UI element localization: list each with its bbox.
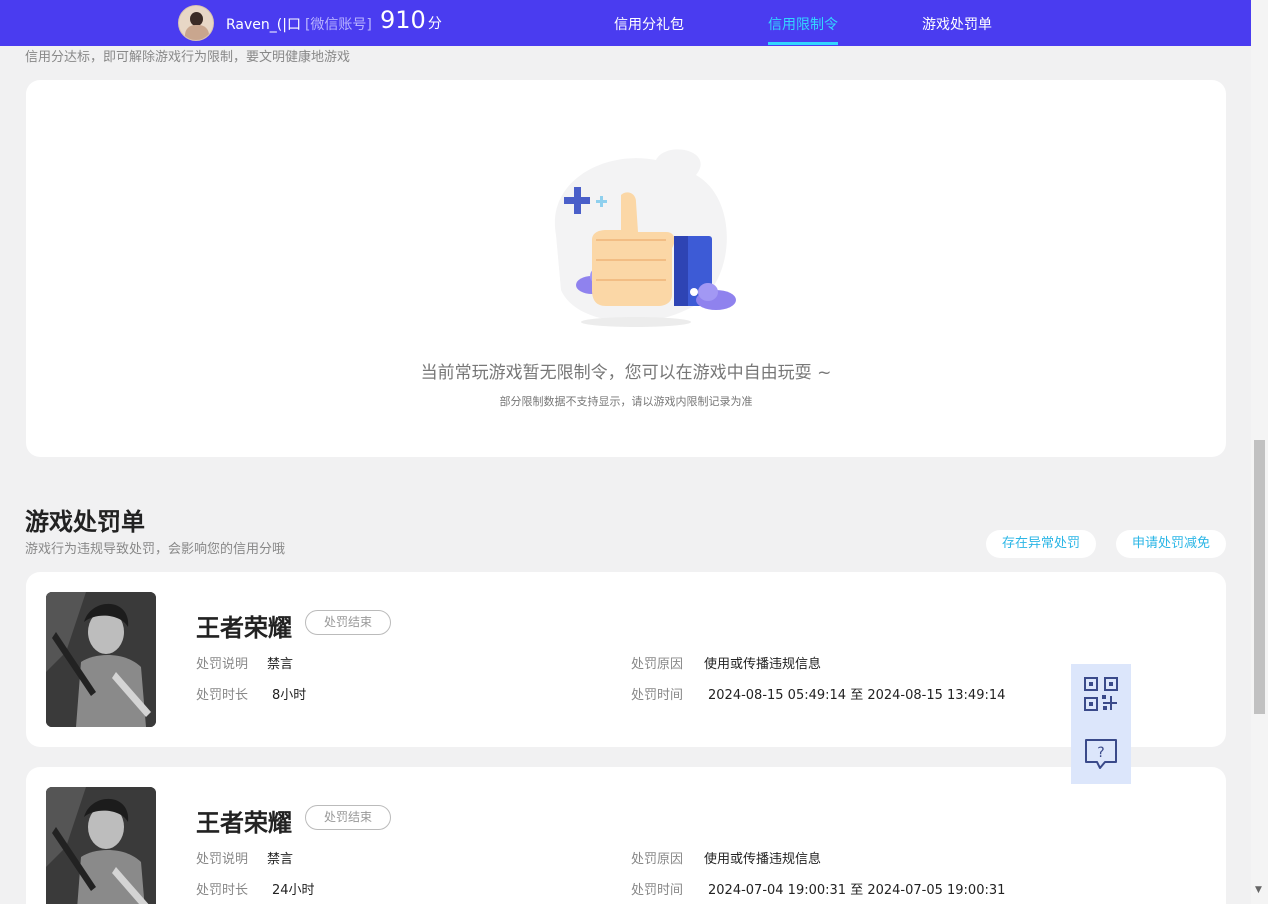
time-label: 处罚时间 [631,688,684,703]
qr-code-button[interactable] [1071,664,1131,724]
credit-score: 910 分 [380,6,442,34]
reason-value: 使用或传播违规信息 [704,852,822,867]
time-value: 2024-07-04 19:00:31 至 2024-07-05 19:00:3… [708,883,1006,898]
reason-value: 使用或传播违规信息 [704,657,822,672]
game-name: 王者荣耀 [196,614,292,642]
help-feedback-button[interactable]: ? [1071,724,1131,784]
help-chat-icon: ? [1085,739,1117,769]
duration-value: 8小时 [272,688,307,703]
account-tag: [微信账号] [304,17,372,33]
scroll-down-arrow-icon[interactable]: ▼ [1255,886,1263,895]
score-unit: 分 [427,16,442,32]
status-badge: 处罚结束 [305,805,391,830]
status-badge: 处罚结束 [305,610,391,635]
abnormal-penalty-button[interactable]: 存在异常处罚 [986,530,1096,558]
avatar[interactable] [178,5,214,41]
desc-label: 处罚说明 [196,852,249,867]
penalty-record-card: 王者荣耀 处罚结束 处罚说明 禁言 处罚时长 24小时 处罚原因 使用或传播违规… [26,767,1226,904]
duration-label: 处罚时长 [196,688,249,703]
time-label: 处罚时间 [631,883,684,898]
desc-label: 处罚说明 [196,657,249,672]
penalty-reduction-button[interactable]: 申请处罚减免 [1116,530,1226,558]
username: Raven_(|口 [226,17,301,33]
user-name-row: Raven_(|口 [微信账号] [226,14,372,34]
desc-value: 禁言 [267,852,294,867]
active-nav-underline [768,42,838,45]
top-bar: Raven_(|口 [微信账号] 910 分 信用分礼包 信用限制令 游戏处罚单 [0,0,1251,46]
empty-state-title: 当前常玩游戏暂无限制令，您可以在游戏中自由玩耍 ~ [420,363,832,383]
empty-state-note: 部分限制数据不支持显示，请以游戏内限制记录为准 [499,395,753,408]
nav-game-penalty[interactable]: 游戏处罚单 [922,14,992,34]
game-character-image [46,592,156,727]
restriction-subtitle: 信用分达标，即可解除游戏行为限制，要文明健康地游戏 [25,50,351,65]
time-value: 2024-08-15 05:49:14 至 2024-08-15 13:49:1… [708,688,1006,703]
desc-value: 禁言 [267,657,294,672]
penalty-record-card: 王者荣耀 处罚结束 处罚说明 禁言 处罚时长 8小时 处罚原因 使用或传播违规信… [26,572,1226,747]
game-name: 王者荣耀 [196,809,292,837]
restriction-empty-card: 当前常玩游戏暂无限制令，您可以在游戏中自由玩耍 ~ 部分限制数据不支持显示，请以… [26,80,1226,457]
page-scrollbar-thumb[interactable] [1254,440,1265,714]
reason-label: 处罚原因 [631,657,684,672]
thumbs-up-illustration [554,149,736,327]
svg-text:?: ? [1097,745,1104,761]
nav-credit-gift[interactable]: 信用分礼包 [614,14,684,34]
game-character-image [46,787,156,904]
qr-code-icon [1084,677,1118,711]
reason-label: 处罚原因 [631,852,684,867]
nav-credit-restriction[interactable]: 信用限制令 [768,14,838,34]
duration-value: 24小时 [272,883,315,898]
penalty-section-title: 游戏处罚单 [25,508,145,536]
duration-label: 处罚时长 [196,883,249,898]
penalty-subtitle: 游戏行为违规导致处罚，会影响您的信用分哦 [25,542,286,557]
score-value: 910 [380,6,426,34]
